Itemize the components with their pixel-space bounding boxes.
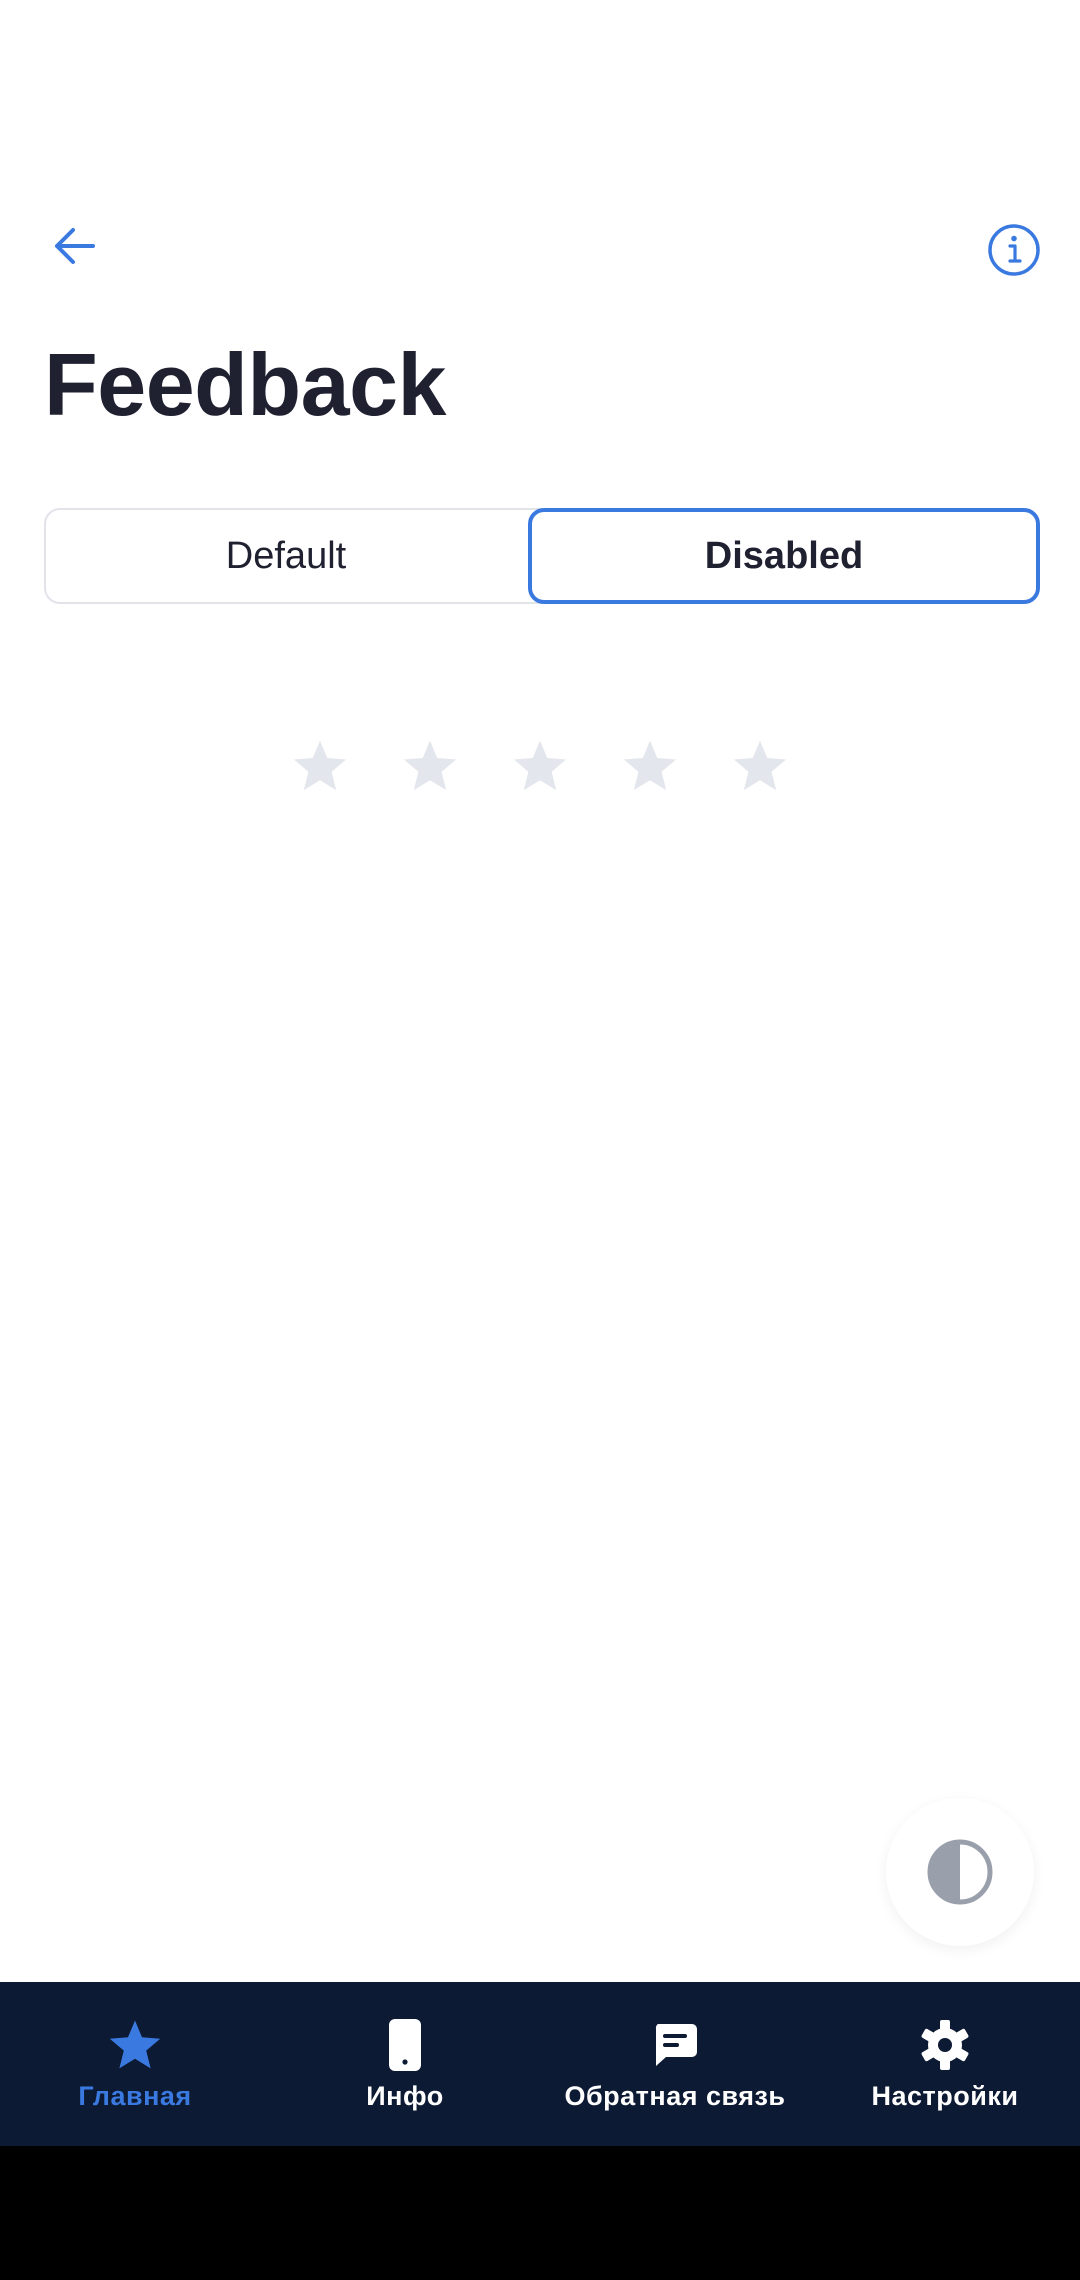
nav-label-home: Главная [78, 2080, 192, 2111]
nav-item-feedback[interactable]: Обратная связь [540, 1982, 810, 2146]
star-icon [107, 2017, 163, 2073]
nav-item-info[interactable]: Инфо [270, 1982, 540, 2146]
contrast-icon [927, 1839, 993, 1905]
phone-icon [377, 2017, 433, 2073]
theme-toggle-button[interactable] [886, 1798, 1034, 1946]
feedback-screen: Feedback Default Disabled Главная Инфо О… [0, 0, 1080, 2280]
arrow-left-icon [55, 228, 95, 264]
segment-default[interactable]: Default [44, 508, 528, 604]
bottom-navigation: Главная Инфо Обратная связь Настройки [0, 1982, 1080, 2146]
rating-star-4 [620, 736, 680, 796]
rating-star-5 [730, 736, 790, 796]
info-icon [988, 224, 1040, 276]
rating-star-1 [290, 736, 350, 796]
nav-item-settings[interactable]: Настройки [810, 1982, 1080, 2146]
nav-label-settings: Настройки [871, 2080, 1019, 2111]
rating-star-2 [400, 736, 460, 796]
system-navigation-bar [0, 2146, 1080, 2280]
star-icon [733, 740, 787, 791]
star-icon [623, 740, 677, 791]
nav-label-info: Инфо [366, 2080, 444, 2111]
gear-icon [917, 2017, 973, 2073]
info-button[interactable] [984, 220, 1044, 280]
nav-label-feedback: Обратная связь [564, 2080, 786, 2111]
rating-star-3 [510, 736, 570, 796]
star-icon [293, 740, 347, 791]
chat-icon [647, 2017, 703, 2073]
star-icon [513, 740, 567, 791]
nav-item-home[interactable]: Главная [0, 1982, 270, 2146]
page-title: Feedback [44, 335, 446, 434]
star-rating [0, 736, 1080, 804]
segment-disabled[interactable]: Disabled [528, 508, 1040, 604]
segmented-control: Default Disabled [44, 508, 1040, 604]
star-icon [403, 740, 457, 791]
back-button[interactable] [44, 216, 104, 276]
